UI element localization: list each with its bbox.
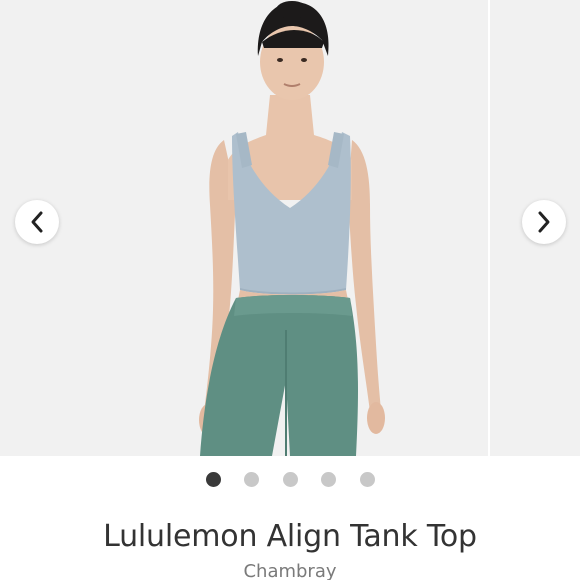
product-color: Chambray	[243, 561, 337, 580]
carousel-prev-button[interactable]	[15, 200, 59, 244]
product-photo	[0, 0, 488, 456]
product-page: Lululemon Align Tank Top Chambray	[0, 0, 580, 580]
chevron-right-icon	[538, 211, 550, 233]
carousel-dot-5[interactable]	[360, 472, 375, 487]
carousel-pagination	[0, 472, 580, 488]
carousel-dot-2[interactable]	[244, 472, 259, 487]
carousel-dot-4[interactable]	[321, 472, 336, 487]
carousel-dot-3[interactable]	[283, 472, 298, 487]
product-image-carousel[interactable]	[0, 0, 580, 456]
product-title: Lululemon Align Tank Top	[103, 519, 477, 554]
carousel-dot-1[interactable]	[206, 472, 221, 487]
chevron-left-icon	[31, 211, 43, 233]
model-illustration	[0, 0, 488, 456]
carousel-next-button[interactable]	[522, 200, 566, 244]
